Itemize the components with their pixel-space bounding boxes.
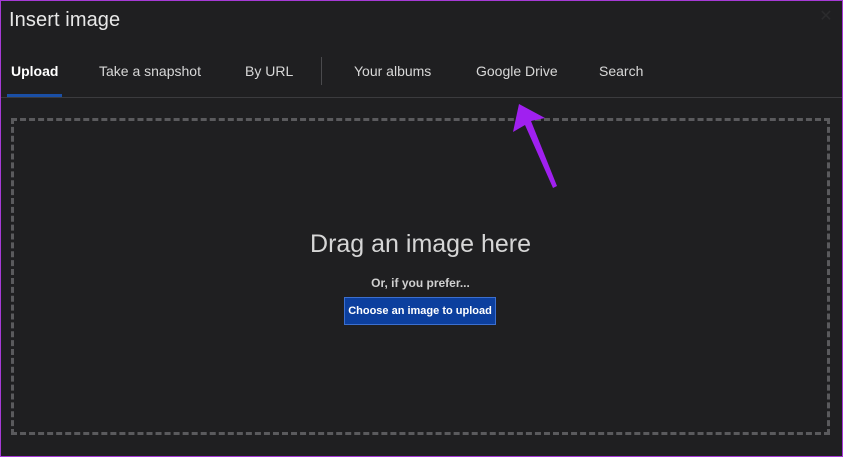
tab-google-drive[interactable]: Google Drive	[476, 47, 558, 97]
tab-upload[interactable]: Upload	[6, 47, 63, 97]
prefer-text: Or, if you prefer...	[371, 276, 470, 290]
close-icon[interactable]: ✕	[819, 9, 833, 25]
tab-search[interactable]: Search	[599, 47, 643, 97]
tab-by-url[interactable]: By URL	[245, 47, 293, 97]
tab-take-a-snapshot[interactable]: Take a snapshot	[99, 47, 201, 97]
insert-image-dialog: Insert image ✕ Upload Take a snapshot By…	[0, 0, 843, 457]
image-drop-zone[interactable]: Drag an image here Or, if you prefer... …	[11, 118, 830, 435]
tab-bar: Upload Take a snapshot By URL Your album…	[1, 47, 842, 98]
drag-heading: Drag an image here	[310, 230, 531, 258]
tab-divider	[321, 57, 322, 85]
tab-your-albums[interactable]: Your albums	[354, 47, 431, 97]
annotation-arrow-icon	[513, 104, 557, 188]
choose-image-button[interactable]: Choose an image to upload	[344, 297, 496, 325]
dialog-title: Insert image	[9, 9, 121, 31]
